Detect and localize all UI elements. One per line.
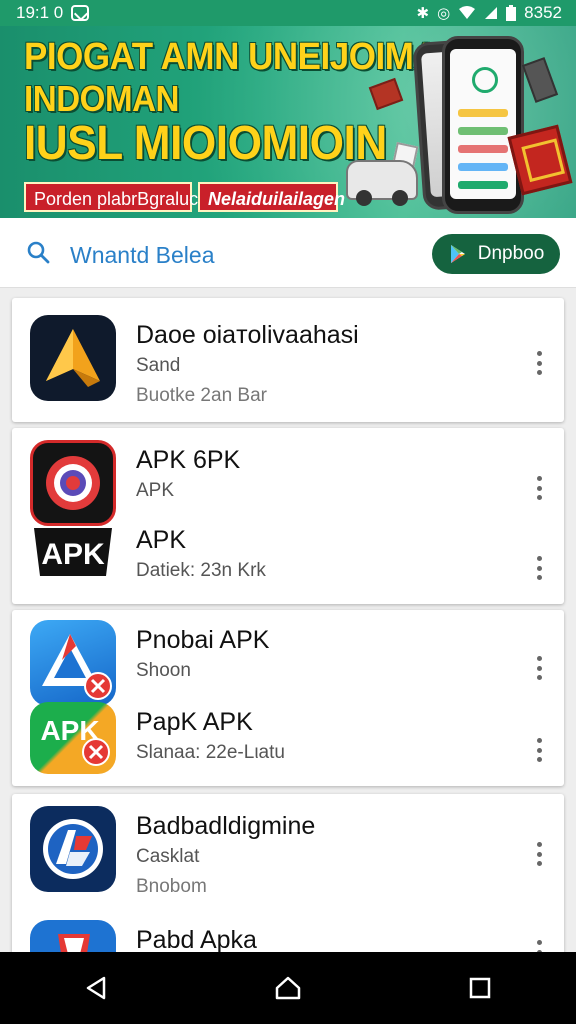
gift-icon xyxy=(521,57,559,103)
more-options-icon[interactable] xyxy=(534,656,544,680)
blue-triangle-icon[interactable] xyxy=(30,620,116,706)
apk-text-icon[interactable]: APK xyxy=(30,520,116,584)
app-name: APK xyxy=(136,526,187,554)
app-card: APK 6PK APK APK APK Datiek: 23n Krk xyxy=(12,428,564,604)
search-icon[interactable] xyxy=(26,240,50,264)
battery-icon xyxy=(506,5,517,21)
status-left: 19:1 0 xyxy=(16,3,90,23)
app-developer: Shoon xyxy=(136,660,191,681)
notification-app-icon xyxy=(71,5,90,21)
app-card: Pnobai APK Shoon APK PapK APK Slanaa: 22… xyxy=(12,610,564,786)
back-button[interactable] xyxy=(66,958,126,1018)
banner-headline-3: IUSL MIOIOMIOIN xyxy=(24,117,387,170)
more-options-icon[interactable] xyxy=(534,842,544,866)
app-name: Pabd Apka xyxy=(136,926,257,954)
promo-banner[interactable]: PIOGAT AMN UNEIJOIMAN INDOMAN IUSL MIOIO… xyxy=(0,26,576,218)
gift-icon xyxy=(368,77,404,111)
app-name: PapK APK xyxy=(136,708,253,736)
app-details: Buotke 2an Bar xyxy=(136,385,267,406)
app-details: Bnobom xyxy=(136,876,207,897)
app-developer: Casklat xyxy=(136,846,200,867)
play-store-icon xyxy=(450,245,465,263)
list-item[interactable]: Badbadldigmine Casklat Bnobom xyxy=(12,806,564,897)
app-name: Badbadldigmine xyxy=(136,812,316,840)
app-name: Pnobai APK xyxy=(136,626,270,654)
list-item[interactable]: Daoe oiaтolivaahasi Sand Buotke 2an Bar xyxy=(12,315,564,406)
red-circle-icon[interactable] xyxy=(30,440,116,526)
app-details: Datiek: 23n Krk xyxy=(136,560,266,581)
app-developer: Sand xyxy=(136,355,181,376)
more-options-icon[interactable] xyxy=(534,738,544,762)
status-right: ✱ ◎ 8352 xyxy=(417,3,563,23)
app-developer: APK xyxy=(136,480,175,501)
blue-badge-icon[interactable] xyxy=(30,806,116,892)
svg-text:APK: APK xyxy=(41,538,105,571)
app-card: Daoe oiaтolivaahasi Sand Buotke 2an Bar xyxy=(12,298,564,422)
status-bar: 19:1 0 ✱ ◎ 8352 xyxy=(0,0,576,26)
more-options-icon[interactable] xyxy=(534,476,544,500)
wifi-icon xyxy=(459,6,476,19)
home-button[interactable] xyxy=(258,958,318,1018)
banner-headline-1: PIOGAT AMN UNEIJOIMAN xyxy=(24,36,464,78)
more-options-icon[interactable] xyxy=(534,556,544,580)
app-name: Daoe oiaтolivaahasi xyxy=(136,321,359,349)
search-bar[interactable]: Wnantd Belea Dnpboo xyxy=(0,218,576,288)
banner-tag-1[interactable]: Porden plabrBgraluck xyxy=(24,182,207,212)
list-item[interactable]: APK APK Datiek: 23n Krk xyxy=(12,520,564,604)
search-input[interactable]: Wnantd Belea xyxy=(70,242,214,269)
navigation-bar xyxy=(0,952,576,1024)
list-item[interactable]: Pnobai APK Shoon xyxy=(12,620,564,706)
gold-arrow-icon[interactable] xyxy=(30,315,116,401)
app-card: Badbadldigmine Casklat Bnobom Pabd Apka xyxy=(12,794,564,1006)
list-item[interactable]: APK 6PK APK xyxy=(12,440,564,526)
bluetooth-icon: ✱ xyxy=(416,4,430,22)
app-details: Slanaa: 22e-Lιatu xyxy=(136,742,285,763)
banner-tag-2[interactable]: Nelaiduilailagen xyxy=(198,182,345,212)
status-time: 19:1 0 xyxy=(16,3,64,22)
green-apk-icon[interactable]: APK xyxy=(30,702,116,774)
car-illustration xyxy=(346,160,418,206)
banner-headline-2: INDOMAN xyxy=(24,78,180,119)
back-icon xyxy=(86,976,106,1000)
screen: 19:1 0 ✱ ◎ 8352 PIOGAT AMN UNEIJOIMAN IN… xyxy=(0,0,576,1024)
recents-icon xyxy=(469,977,491,999)
status-right-text: 8352 xyxy=(524,3,562,22)
alarm-icon: ◎ xyxy=(437,4,451,22)
play-store-button-label: Dnpboo xyxy=(477,243,545,264)
play-store-button[interactable]: Dnpboo xyxy=(432,234,560,274)
recents-button[interactable] xyxy=(450,958,510,1018)
phone-illustration-front xyxy=(442,36,524,214)
more-options-icon[interactable] xyxy=(534,351,544,375)
signal-icon xyxy=(485,7,498,19)
home-icon xyxy=(275,976,301,1000)
list-item[interactable]: APK PapK APK Slanaa: 22e-Lιatu xyxy=(12,702,564,786)
app-name: APK 6PK xyxy=(136,446,241,474)
